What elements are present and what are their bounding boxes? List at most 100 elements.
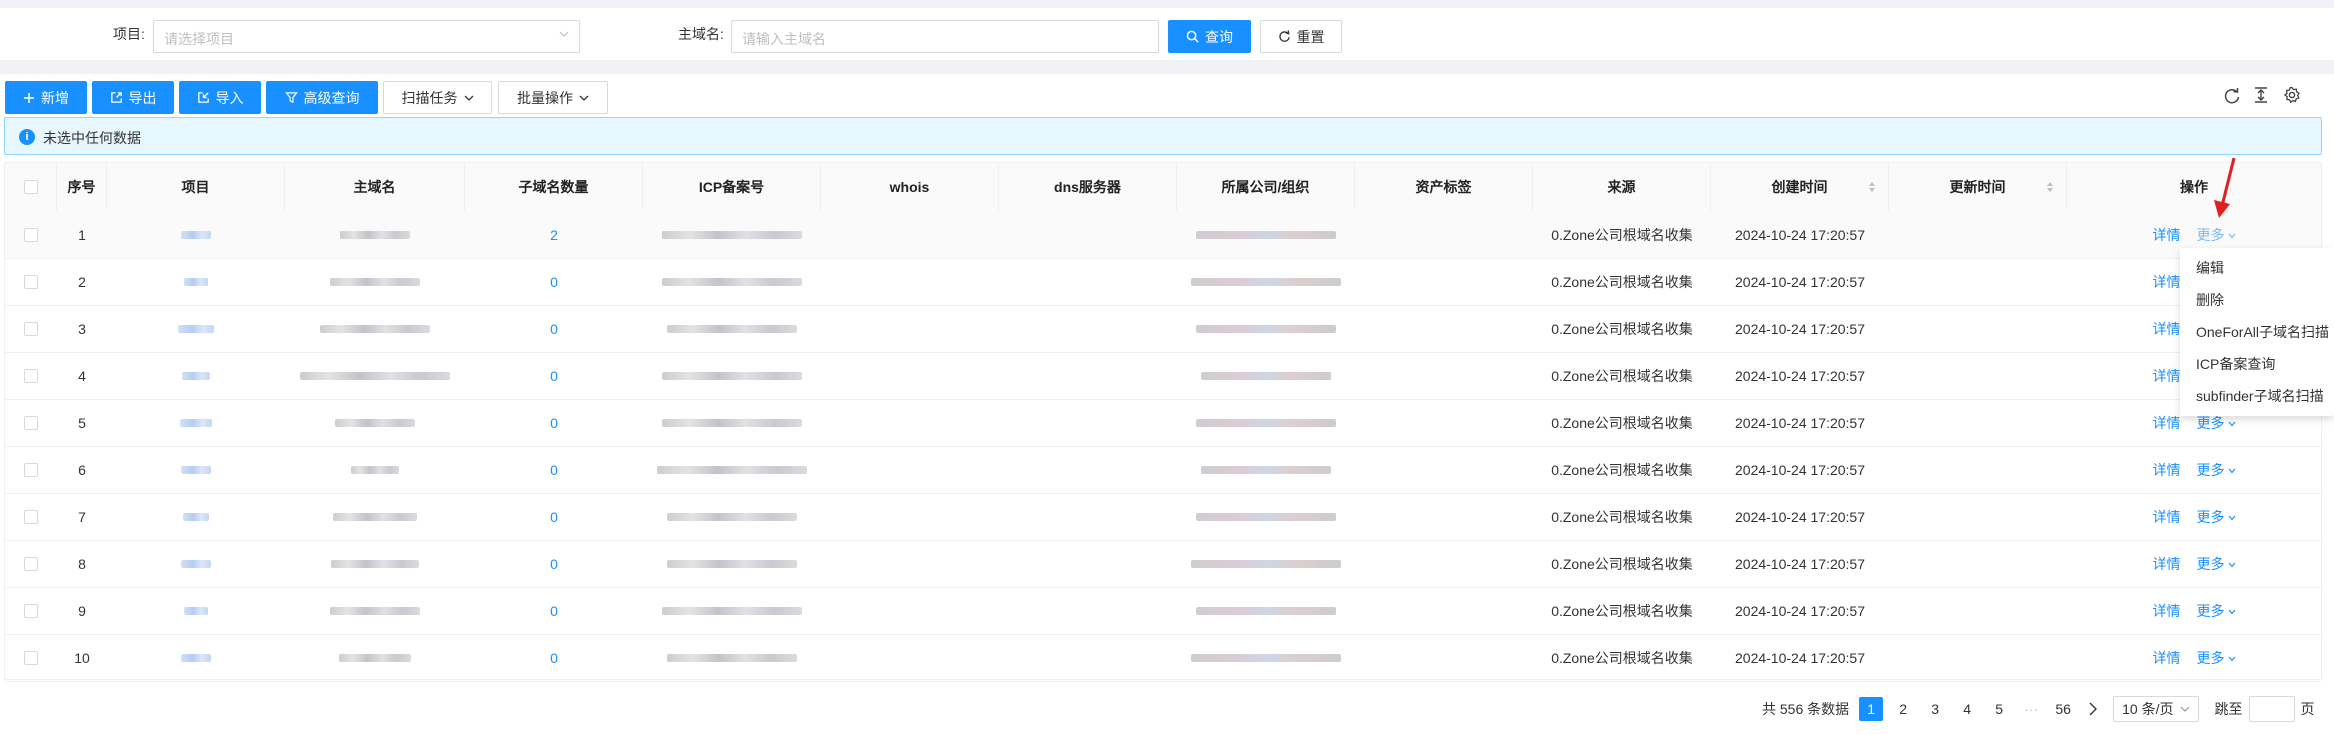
row-checkbox[interactable] <box>24 227 38 242</box>
row-actions: 详情更多 <box>2067 540 2321 587</box>
table-row[interactable]: 10 0 0.Zone公司根域名收集 2024-10-24 17:20:57 详情 更多 <box>5 634 2321 682</box>
more-dropdown-link[interactable]: 更多 <box>2197 648 2236 668</box>
row-dns <box>999 258 1177 305</box>
menu-item-delete[interactable]: 删除 <box>2180 284 2334 316</box>
project-select[interactable]: 请选择项目 <box>153 20 580 53</box>
row-asset-tag <box>1355 446 1533 493</box>
row-subdomain-count[interactable]: 0 <box>465 305 643 352</box>
row-checkbox[interactable] <box>24 321 38 336</box>
domain-input[interactable]: 请输入主域名 <box>731 20 1159 53</box>
table-row[interactable]: 1 2 0.Zone公司根域名收集 2024-10-24 17:20:57 详情 更多 <box>5 211 2321 259</box>
sort-icon <box>1869 182 1875 192</box>
chevron-down-icon <box>2228 656 2235 662</box>
column-height-icon[interactable] <box>2252 86 2270 104</box>
page-ellipsis[interactable]: ··· <box>2019 697 2043 721</box>
page-2[interactable]: 2 <box>1891 697 1915 721</box>
add-button[interactable]: 新增 <box>5 81 87 114</box>
page-5[interactable]: 5 <box>1987 697 2011 721</box>
query-button[interactable]: 查询 <box>1168 20 1251 53</box>
row-checkbox[interactable] <box>24 556 38 571</box>
plus-icon <box>24 92 34 103</box>
row-subdomain-count[interactable]: 0 <box>465 540 643 587</box>
row-created-time: 2024-10-24 17:20:57 <box>1735 320 1865 337</box>
table-row[interactable]: 5 0 0.Zone公司根域名收集 2024-10-24 17:20:57 详情 更多 <box>5 399 2321 447</box>
more-label: 更多 <box>2196 555 2225 572</box>
header-icp: ICP备案号 <box>643 163 821 211</box>
menu-item-icp-query[interactable]: ICP备案查询 <box>2180 348 2334 380</box>
table-row[interactable]: 400.Zone公司根域名收集2024-10-24 17:20:57详情更多 <box>5 352 2321 400</box>
row-subdomain-count[interactable]: 0 <box>465 258 643 305</box>
detail-link[interactable]: 详情 <box>2153 225 2181 245</box>
row-asset-tag <box>1355 352 1533 399</box>
settings-icon[interactable] <box>2283 86 2301 104</box>
detail-link[interactable]: 详情 <box>2153 319 2181 339</box>
batch-operation-dropdown[interactable]: 批量操作 <box>498 81 608 114</box>
row-checkbox[interactable] <box>24 650 38 665</box>
detail-link[interactable]: 详情 <box>2153 366 2181 386</box>
row-checkbox[interactable] <box>24 509 38 524</box>
page-4[interactable]: 4 <box>1955 697 1979 721</box>
table-row[interactable]: 7 0 0.Zone公司根域名收集 2024-10-24 17:20:57 详情 更多 <box>5 493 2321 541</box>
detail-link[interactable]: 详情 <box>2153 648 2181 668</box>
detail-link[interactable]: 详情 <box>2153 507 2181 527</box>
header-updated-time[interactable]: 更新时间 <box>1889 163 2067 211</box>
jump-page-input[interactable] <box>2248 696 2295 722</box>
refresh-icon[interactable] <box>2223 87 2241 105</box>
more-dropdown-link[interactable]: 更多 <box>2197 225 2236 245</box>
table-row[interactable]: 9 0 0.Zone公司根域名收集 2024-10-24 17:20:57 详情 更多 <box>5 587 2321 635</box>
table-row[interactable]: 8 0 0.Zone公司根域名收集 2024-10-24 17:20:57 详情 更多 <box>5 540 2321 588</box>
row-subdomain-count[interactable]: 0 <box>465 493 643 540</box>
page-last[interactable]: 56 <box>2051 697 2075 721</box>
advanced-query-button[interactable]: 高级查询 <box>266 81 378 114</box>
row-checkbox[interactable] <box>24 603 38 618</box>
more-label: 更多 <box>2196 461 2225 478</box>
select-all-checkbox[interactable] <box>23 180 38 194</box>
header-actions: 操作 <box>2180 179 2208 195</box>
row-checkbox[interactable] <box>24 274 38 289</box>
row-subdomain-count[interactable]: 0 <box>465 587 643 634</box>
row-subdomain-count[interactable]: 0 <box>465 352 643 399</box>
row-checkbox[interactable] <box>24 462 38 477</box>
row-project <box>107 305 285 352</box>
table-row[interactable]: 6 0 0.Zone公司根域名收集 2024-10-24 17:20:57 详情 更多 <box>5 446 2321 494</box>
detail-link[interactable]: 详情 <box>2153 601 2181 621</box>
row-subdomain-count[interactable]: 0 <box>465 446 643 493</box>
row-checkbox[interactable] <box>24 415 38 430</box>
next-page-icon[interactable] <box>2083 699 2103 719</box>
row-index: 7 <box>78 508 86 525</box>
row-subdomain-count[interactable]: 2 <box>465 211 643 258</box>
more-dropdown-link[interactable]: 更多 <box>2197 554 2236 574</box>
more-dropdown-link[interactable]: 更多 <box>2197 601 2236 621</box>
menu-item-oneforall-scan[interactable]: OneForAll子域名扫描 <box>2180 316 2334 348</box>
row-actions: 详情更多 <box>2067 446 2321 493</box>
scan-task-dropdown[interactable]: 扫描任务 <box>383 81 492 114</box>
row-subdomain-count[interactable]: 0 <box>465 399 643 446</box>
header-created-time[interactable]: 创建时间 <box>1711 163 1889 211</box>
export-button[interactable]: 导出 <box>92 81 174 114</box>
page-size-select[interactable]: 10 条/页 <box>2113 696 2199 722</box>
detail-link[interactable]: 详情 <box>2153 554 2181 574</box>
row-source: 0.Zone公司根域名收集 <box>1551 320 1693 337</box>
menu-item-edit[interactable]: 编辑 <box>2180 252 2334 284</box>
row-checkbox[interactable] <box>24 368 38 383</box>
row-subdomain-count[interactable]: 0 <box>465 634 643 681</box>
page-1[interactable]: 1 <box>1859 697 1884 721</box>
more-dropdown-link[interactable]: 更多 <box>2197 507 2236 527</box>
row-checkbox-cell <box>5 587 57 634</box>
row-created-time: 2024-10-24 17:20:57 <box>1735 508 1865 525</box>
detail-link[interactable]: 详情 <box>2153 460 2181 480</box>
row-company <box>1177 493 1355 540</box>
more-dropdown-link[interactable]: 更多 <box>2197 460 2236 480</box>
redacted-text <box>183 512 209 521</box>
detail-link[interactable]: 详情 <box>2153 413 2181 433</box>
export-label: 导出 <box>128 89 157 106</box>
table-row[interactable]: 300.Zone公司根域名收集2024-10-24 17:20:57详情更多 <box>5 305 2321 353</box>
reset-button[interactable]: 重置 <box>1260 20 1342 53</box>
import-button[interactable]: 导入 <box>179 81 261 114</box>
page-3[interactable]: 3 <box>1923 697 1947 721</box>
menu-item-subfinder-scan[interactable]: subfinder子域名扫描 <box>2180 380 2334 412</box>
more-label: 更多 <box>2196 226 2225 243</box>
detail-link[interactable]: 详情 <box>2153 272 2181 292</box>
row-index: 2 <box>78 273 86 290</box>
table-row[interactable]: 200.Zone公司根域名收集2024-10-24 17:20:57详情更多 <box>5 258 2321 306</box>
